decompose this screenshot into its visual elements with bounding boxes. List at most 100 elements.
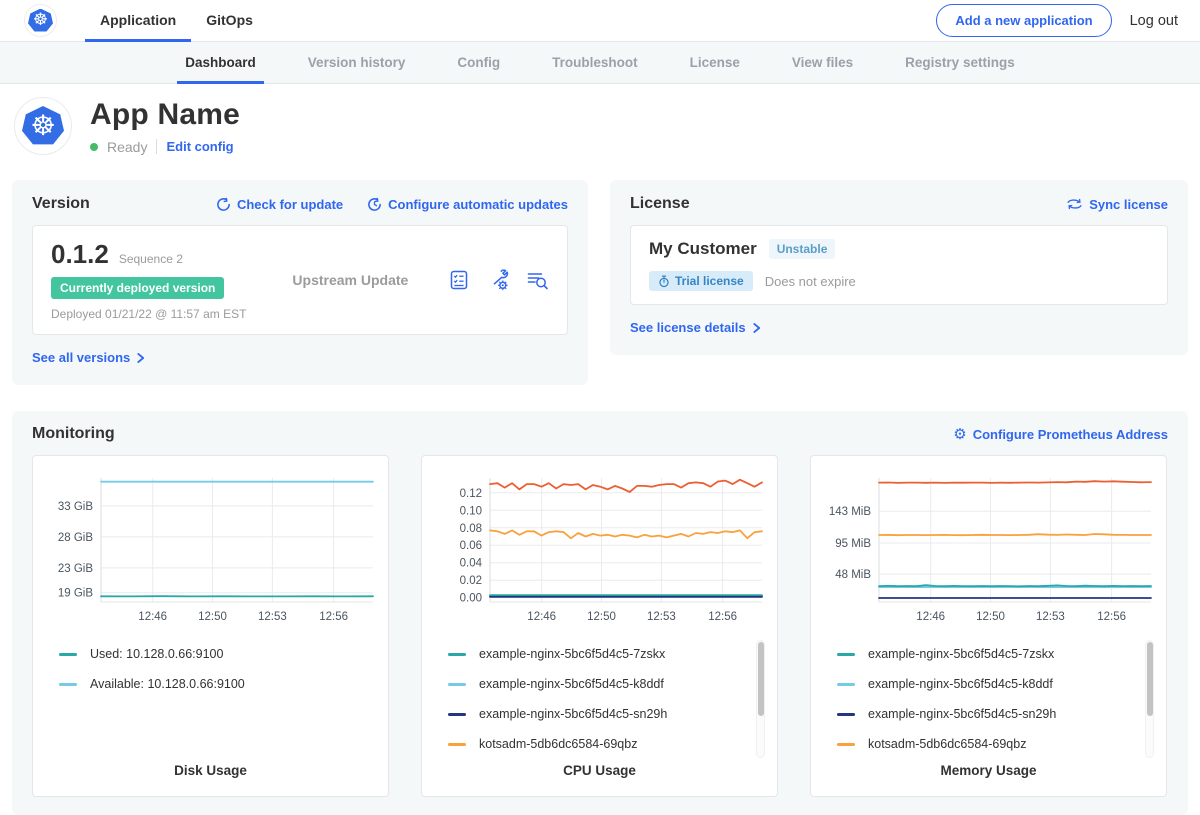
chart-canvas: 33 GiB28 GiB23 GiB19 GiB12:4612:5012:531… [43,468,378,630]
legend-label: kotsadm-5db6dc6584-69qbz [868,737,1026,751]
y-axis-tick-label: 0.04 [460,558,483,570]
tab-version-history[interactable]: Version history [282,42,432,83]
license-card: License Sync license My Customer Unstabl… [610,180,1188,355]
x-axis-tick-label: 12:53 [258,611,287,623]
tab-view-files[interactable]: View files [766,42,879,83]
check-for-update-link[interactable]: Check for update [216,197,343,212]
x-axis-tick-label: 12:53 [647,611,676,623]
edit-config-link[interactable]: Edit config [166,139,233,154]
tab-config[interactable]: Config [431,42,526,83]
chart-series-line [879,481,1151,483]
page-title: App Name [90,98,240,132]
cpu-usage-chart-card: 0.120.100.080.060.040.020.0012:4612:5012… [421,455,778,797]
y-axis-tick-label: 0.08 [460,523,482,535]
chart-title: CPU Usage [432,763,767,780]
x-axis-tick-label: 12:50 [976,611,1005,623]
legend-item: kotsadm-5db6dc6584-69qbz [448,737,767,751]
link-label: See all versions [32,350,130,365]
see-license-details-link[interactable]: See license details [630,320,761,335]
preflight-checks-icon[interactable] [448,269,470,291]
topnav-tab-gitops[interactable]: GitOps [191,0,268,41]
legend-scrollbar[interactable] [1145,640,1154,758]
chart-title: Disk Usage [43,763,378,780]
tab-dashboard[interactable]: Dashboard [159,42,282,83]
x-axis-tick-label: 12:46 [527,611,556,623]
license-summary: My Customer Unstable Trial license Does … [630,225,1168,305]
legend-label: Used: 10.128.0.66:9100 [90,647,223,661]
y-axis-tick-label: 0.00 [460,593,482,605]
legend-swatch [837,713,855,716]
refresh-icon [216,197,231,212]
legend-swatch [59,653,77,656]
configure-automatic-updates-link[interactable]: Configure automatic updates [367,197,568,212]
monitoring-title: Monitoring [32,425,115,443]
kubernetes-heptagon: ☸ [22,106,64,146]
version-sequence: Sequence 2 [119,252,183,266]
status-label: Ready [107,139,147,155]
legend-item: example-nginx-5bc6f5d4c5-7zskx [837,647,1156,661]
y-axis-tick-label: 33 GiB [58,501,93,513]
memory-usage-legend: example-nginx-5bc6f5d4c5-7zskx example-ng… [837,647,1156,751]
legend-item: example-nginx-5bc6f5d4c5-sn29h [448,707,767,721]
kubernetes-heptagon: ☸ [28,9,53,33]
chart-title: Memory Usage [821,763,1156,780]
logout-link[interactable]: Log out [1130,13,1178,29]
x-axis-tick-label: 12:50 [198,611,227,623]
chart-canvas: 143 MiB95 MiB48 MiB12:4612:5012:5312:56 [821,468,1156,630]
topnav-tab-application[interactable]: Application [85,0,191,41]
customer-name: My Customer [649,239,757,259]
tab-registry-settings[interactable]: Registry settings [879,42,1041,83]
legend-label: example-nginx-5bc6f5d4c5-sn29h [479,707,667,721]
configure-prometheus-link[interactable]: ⚙ Configure Prometheus Address [953,427,1168,442]
divider [156,139,157,154]
config-wrench-icon[interactable] [487,269,509,291]
legend-label: example-nginx-5bc6f5d4c5-k8ddf [479,677,664,691]
link-label: Configure Prometheus Address [973,427,1168,442]
monitoring-section: Monitoring ⚙ Configure Prometheus Addres… [12,411,1188,815]
memory-usage-chart-card: 143 MiB95 MiB48 MiB12:4612:5012:5312:56 … [810,455,1167,797]
legend-item: example-nginx-5bc6f5d4c5-k8ddf [448,677,767,691]
legend-scrollbar[interactable] [756,640,765,758]
legend-item: Used: 10.128.0.66:9100 [59,647,378,661]
license-expiry: Does not expire [765,274,856,289]
license-card-title: License [630,195,690,213]
legend-label: kotsadm-5db6dc6584-69qbz [479,737,637,751]
see-all-versions-link[interactable]: See all versions [32,350,145,365]
current-version-row: 0.1.2 Sequence 2 Currently deployed vers… [32,225,568,335]
view-logs-icon[interactable] [526,269,549,291]
topnav-tab-label: GitOps [206,12,253,28]
y-axis-tick-label: 19 GiB [58,588,93,600]
legend-swatch [837,743,855,746]
chart-series-line [490,480,762,492]
scrollbar-thumb[interactable] [758,642,764,716]
legend-swatch [59,683,77,686]
gear-icon: ⚙ [953,427,966,442]
link-label: Configure automatic updates [388,197,568,212]
kubernetes-logo: ☸ [24,4,57,37]
legend-swatch [837,683,855,686]
chart-series-line [879,534,1151,535]
top-nav: ☸ Application GitOps Add a new applicati… [0,0,1200,42]
license-type-badge: Trial license [649,271,753,291]
tab-troubleshoot[interactable]: Troubleshoot [526,42,664,83]
scrollbar-thumb[interactable] [1147,642,1153,716]
legend-label: example-nginx-5bc6f5d4c5-sn29h [868,707,1056,721]
sync-license-link[interactable]: Sync license [1066,197,1168,212]
link-label: Check for update [237,197,343,212]
legend-swatch [448,683,466,686]
stopwatch-icon [658,275,670,288]
legend-item: example-nginx-5bc6f5d4c5-sn29h [837,707,1156,721]
legend-item: Available: 10.128.0.66:9100 [59,677,378,691]
deployed-badge: Currently deployed version [51,277,224,299]
app-icon: ☸ [14,97,72,155]
add-application-button[interactable]: Add a new application [936,4,1111,37]
x-axis-tick-label: 12:46 [138,611,167,623]
tab-license[interactable]: License [664,42,766,83]
legend-label: example-nginx-5bc6f5d4c5-7zskx [868,647,1054,661]
memory-usage-chart: 143 MiB95 MiB48 MiB12:4612:5012:5312:56 [821,468,1156,635]
channel-badge: Unstable [769,239,836,259]
app-header: ☸ App Name Ready Edit config [0,84,1200,168]
cpu-usage-legend: example-nginx-5bc6f5d4c5-7zskxexample-ng… [448,647,767,751]
y-axis-tick-label: 0.06 [460,540,482,552]
legend-swatch [448,713,466,716]
